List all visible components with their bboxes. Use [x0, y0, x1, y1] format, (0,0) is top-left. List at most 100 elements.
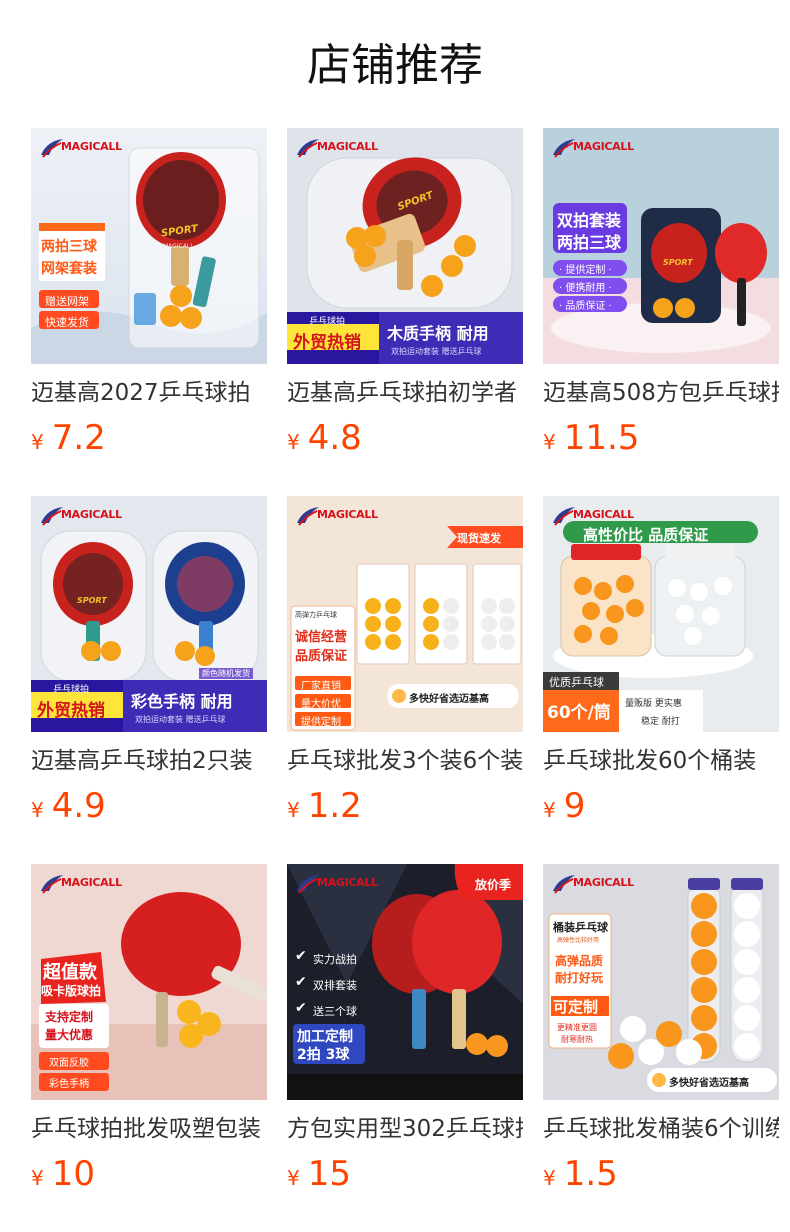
- paddle-brand: MAGICALL: [163, 243, 194, 250]
- box-top-text: 桶装乒乓球: [553, 921, 608, 934]
- product-price: ¥4.9: [31, 786, 106, 826]
- box-line-text: 耐打好玩: [555, 971, 604, 985]
- corner-note: 颜色随机发货: [199, 668, 253, 679]
- promo-tag: 快速发货: [45, 316, 89, 329]
- box-big-text: 可定制: [553, 998, 599, 1016]
- banner-small-text: 乒乓球拍: [309, 317, 346, 327]
- product-image[interactable]: MAGICALL 桶装乒乓球 高弹性比较好用 高弹品质 耐打好玩 可定制 更精准…: [543, 864, 779, 1100]
- promo-badge-line: 两拍三球: [557, 233, 622, 252]
- product-image[interactable]: MAGICALL 高性价比 品质保证 优质乒乓球 60个/筒 量贩版 更实惠 稳…: [543, 496, 779, 732]
- brand-logo-text: MAGICALL: [61, 140, 122, 153]
- product-name[interactable]: 乒乓球批发60个桶装: [543, 744, 779, 778]
- promo-badge-line: 网架套装: [41, 261, 97, 277]
- product-image[interactable]: MAGICALL SPORT 颜色随机发货 乒乓球拍 外贸热销 彩色手柄 耐用 …: [31, 496, 267, 732]
- ribbon-text: 现货速发: [457, 532, 501, 545]
- currency-symbol: ¥: [31, 798, 44, 822]
- banner-sub-text: 双拍运动套装 赠送乒乓球: [391, 347, 482, 356]
- label-tag: 量贩版 更实惠: [625, 699, 682, 709]
- product-name[interactable]: 乒乓球批发3个装6个装: [287, 744, 523, 778]
- brand-logo-text: MAGICALL: [317, 140, 378, 153]
- product-image[interactable]: MAGICALL SPORT MAGICALL 两拍三球 网架套装 赠送网架 快…: [31, 128, 267, 364]
- paddle-print: SPORT: [663, 258, 693, 267]
- check-icon: ✔: [295, 948, 307, 964]
- product-name[interactable]: 乒乓球拍批发吸塑包装: [31, 1112, 267, 1146]
- brand-logo-text: MAGICALL: [317, 876, 378, 889]
- bottom-note: 多快好省选迈基高: [669, 1078, 749, 1089]
- product-name[interactable]: 迈基高508方包乒乓球拍: [543, 376, 779, 410]
- box-tag: 更精准更圆: [557, 1023, 597, 1032]
- currency-symbol: ¥: [287, 1166, 300, 1190]
- check-icon: ✔: [295, 1000, 307, 1016]
- brand-logo-text: MAGICALL: [61, 876, 122, 889]
- currency-symbol: ¥: [31, 1166, 44, 1190]
- box-line-text: 加工定制: [297, 1029, 353, 1045]
- product-price: ¥10: [31, 1154, 95, 1194]
- label-big-text: 60个/筒: [547, 703, 611, 723]
- product-price: ¥1.5: [543, 1154, 618, 1194]
- product-price: ¥1.2: [287, 786, 362, 826]
- headline-text: 超值款: [43, 962, 97, 983]
- promo-tag: 双面反胶: [49, 1058, 89, 1069]
- product-image[interactable]: MAGICALL 现货速发 高弹力乒乓球 诚信经营 品质保证 厂家直销 量大价优…: [287, 496, 523, 732]
- paddle-print: SPORT: [77, 596, 107, 605]
- page-title: 店铺推荐: [307, 40, 483, 91]
- check-item-text: 送三个球: [313, 1005, 357, 1018]
- banner-big-text: 外贸热销: [293, 333, 361, 353]
- price-value: 7.2: [51, 418, 106, 458]
- box-line-text: 高弹品质: [555, 954, 604, 968]
- product-name[interactable]: 迈基高乒乓球拍2只装: [31, 744, 267, 778]
- banner-right-text: 木质手柄 耐用: [387, 324, 489, 343]
- product-price: ¥7.2: [31, 418, 106, 458]
- box-line-text: 品质保证: [295, 649, 348, 664]
- promo-tag: 提供定制: [301, 717, 341, 728]
- currency-symbol: ¥: [543, 798, 556, 822]
- product-image[interactable]: MAGICALL SPORT 乒乓球拍 外贸热销 木质手柄 耐用 双拍运动套装 …: [287, 128, 523, 364]
- brand-logo-text: MAGICALL: [317, 508, 378, 521]
- banner-small-text: 乒乓球拍: [53, 685, 90, 695]
- promo-tag: 彩色手柄: [49, 1079, 89, 1090]
- box-tag: 耐寒耐热: [561, 1035, 593, 1044]
- box-line-text: 2拍 3球: [297, 1047, 350, 1063]
- brand-logo-text: MAGICALL: [573, 508, 634, 521]
- promo-tag: · 品质保证 ·: [559, 301, 612, 312]
- corner-tag: 放价季: [475, 878, 512, 892]
- brand-logo-text: MAGICALL: [61, 508, 122, 521]
- box-top-text: 高弹力乒乓球: [295, 611, 337, 619]
- product-image[interactable]: MAGICALL 放价季 ✔ 实力战拍 ✔ 双排套装 ✔ 送三个球 加工定制 2…: [287, 864, 523, 1100]
- promo-tag: 量大价优: [301, 699, 341, 710]
- brand-logo-text: MAGICALL: [573, 140, 634, 153]
- label-top-text: 优质乒乓球: [549, 676, 604, 689]
- price-value: 10: [51, 1154, 95, 1194]
- currency-symbol: ¥: [287, 798, 300, 822]
- promo-tag: · 便携耐用 ·: [559, 283, 612, 294]
- product-price: ¥11.5: [543, 418, 639, 458]
- headline-text: 高性价比 品质保证: [583, 526, 709, 544]
- price-value: 1.2: [307, 786, 362, 826]
- price-value: 11.5: [563, 418, 640, 458]
- subhead-text: 吸卡版球拍: [41, 984, 102, 998]
- product-name[interactable]: 乒乓球批发桶装6个训练球: [543, 1112, 779, 1146]
- brand-logo-text: MAGICALL: [573, 876, 634, 889]
- product-name[interactable]: 方包实用型302乒乓球拍: [287, 1112, 523, 1146]
- product-name[interactable]: 迈基高2027乒乓球拍: [31, 376, 267, 410]
- check-item-text: 双排套装: [313, 979, 357, 992]
- price-value: 9: [563, 786, 586, 826]
- currency-symbol: ¥: [543, 1166, 556, 1190]
- price-value: 4.8: [307, 418, 362, 458]
- box-sub-text: 高弹性比较好用: [557, 937, 600, 944]
- price-value: 4.9: [51, 786, 106, 826]
- promo-badge-line: 两拍三球: [41, 239, 97, 255]
- product-price: ¥15: [287, 1154, 351, 1194]
- banner-sub-text: 双拍运动套装 赠送乒乓球: [135, 715, 226, 724]
- product-price: ¥9: [543, 786, 585, 826]
- banner-right-text: 彩色手柄 耐用: [131, 692, 233, 711]
- product-image[interactable]: MAGICALL SPORT 双拍套装 两拍三球 · 提供定制 · · 便携耐用…: [543, 128, 779, 364]
- product-name[interactable]: 迈基高乒乓球拍初学者: [287, 376, 523, 410]
- currency-symbol: ¥: [31, 430, 44, 454]
- product-image[interactable]: MAGICALL 超值款 吸卡版球拍 支持定制 量大优惠 双面反胶 彩色手柄: [31, 864, 267, 1100]
- promo-badge-line: 双拍套装: [557, 211, 622, 230]
- banner-big-text: 外贸热销: [37, 701, 105, 721]
- box-line-text: 量大优惠: [45, 1028, 94, 1042]
- promo-tag: · 提供定制 ·: [559, 265, 612, 276]
- promo-tag: 赠送网架: [45, 295, 89, 308]
